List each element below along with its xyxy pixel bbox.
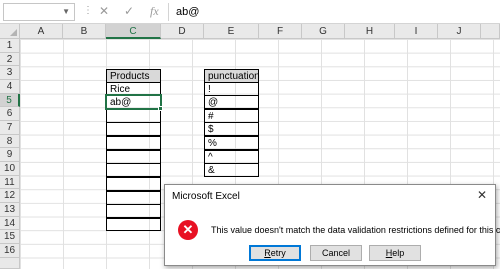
name-box[interactable]: ▼ xyxy=(3,3,75,21)
validation-error-dialog: Microsoft Excel ✕ ✕ This value doesn't m… xyxy=(164,184,500,266)
formula-bar: ▼ ⋮ ✕ ✓ fx ab@ xyxy=(0,0,500,24)
row-header-partial xyxy=(0,258,20,269)
products-cell-empty[interactable] xyxy=(106,150,161,164)
row-header-12[interactable]: 12 xyxy=(0,189,20,203)
retry-label-rest: etry xyxy=(270,248,286,258)
formula-bar-divider xyxy=(168,3,169,21)
row-header-14[interactable]: 14 xyxy=(0,217,20,230)
row-header-3[interactable]: 3 xyxy=(0,66,20,80)
insert-function-icon[interactable]: fx xyxy=(150,4,159,19)
close-icon[interactable]: ✕ xyxy=(477,188,487,202)
column-header-a[interactable]: A xyxy=(20,24,63,39)
column-header-partial xyxy=(481,24,500,39)
cancel-icon[interactable]: ✕ xyxy=(99,4,109,18)
punctuation-cell[interactable]: $ xyxy=(204,122,259,136)
punctuation-header-cell[interactable]: punctuation xyxy=(204,69,260,83)
products-cell-empty[interactable] xyxy=(106,122,161,136)
row-header-7[interactable]: 7 xyxy=(0,121,20,135)
column-header-f[interactable]: F xyxy=(259,24,302,39)
dialog-title: Microsoft Excel xyxy=(172,191,240,202)
enter-icon[interactable]: ✓ xyxy=(124,4,134,18)
products-header-cell[interactable]: Products xyxy=(106,69,161,83)
error-icon: ✕ xyxy=(178,220,198,240)
row-header-11[interactable]: 11 xyxy=(0,176,20,189)
products-cell-empty[interactable] xyxy=(106,177,161,191)
row-header-15[interactable]: 15 xyxy=(0,230,20,244)
column-header-d[interactable]: D xyxy=(161,24,204,39)
row-header-16[interactable]: 16 xyxy=(0,244,20,258)
formula-input[interactable]: ab@ xyxy=(176,6,199,18)
help-button[interactable]: Help xyxy=(369,245,421,261)
row-header-9[interactable]: 9 xyxy=(0,148,20,162)
punctuation-cell[interactable]: @ xyxy=(204,95,259,109)
row-header-5[interactable]: 5 xyxy=(0,94,20,107)
products-cell-empty[interactable] xyxy=(106,109,161,123)
punctuation-cell[interactable]: ! xyxy=(204,82,259,96)
row-header-4[interactable]: 4 xyxy=(0,80,20,94)
chevron-down-icon[interactable]: ▼ xyxy=(62,7,70,16)
select-all-triangle-icon xyxy=(10,29,17,36)
products-cell-empty[interactable] xyxy=(106,136,161,150)
active-cell-selection xyxy=(105,94,162,110)
help-label-rest: elp xyxy=(392,248,405,258)
row-header-8[interactable]: 8 xyxy=(0,135,20,148)
column-header-i[interactable]: I xyxy=(395,24,438,39)
fill-handle[interactable] xyxy=(158,106,163,111)
row-header-6[interactable]: 6 xyxy=(0,107,20,121)
dialog-message: This value doesn't match the data valida… xyxy=(211,225,500,235)
column-header-c[interactable]: C xyxy=(106,24,161,39)
column-header-j[interactable]: J xyxy=(438,24,481,39)
row-header-13[interactable]: 13 xyxy=(0,203,20,217)
punctuation-cell[interactable]: ^ xyxy=(204,150,259,164)
select-all-button[interactable] xyxy=(0,24,20,39)
formula-bar-grip-icon: ⋮ xyxy=(83,5,94,16)
punctuation-cell[interactable]: & xyxy=(204,163,259,177)
column-header-h[interactable]: H xyxy=(345,24,395,39)
column-header-g[interactable]: G xyxy=(302,24,345,39)
products-cell-empty[interactable] xyxy=(106,204,161,218)
retry-button[interactable]: Retry xyxy=(249,245,301,261)
cancel-button[interactable]: Cancel xyxy=(310,245,362,261)
products-cell-empty[interactable] xyxy=(106,163,161,177)
punctuation-cell[interactable]: % xyxy=(204,136,259,150)
punctuation-cell[interactable]: # xyxy=(204,109,259,123)
column-header-b[interactable]: B xyxy=(63,24,106,39)
column-header-e[interactable]: E xyxy=(204,24,259,39)
row-header-2[interactable]: 2 xyxy=(0,53,20,66)
row-header-1[interactable]: 1 xyxy=(0,39,20,53)
products-cell-empty[interactable] xyxy=(106,191,161,205)
products-cell-empty[interactable] xyxy=(106,218,161,231)
row-header-10[interactable]: 10 xyxy=(0,162,20,176)
